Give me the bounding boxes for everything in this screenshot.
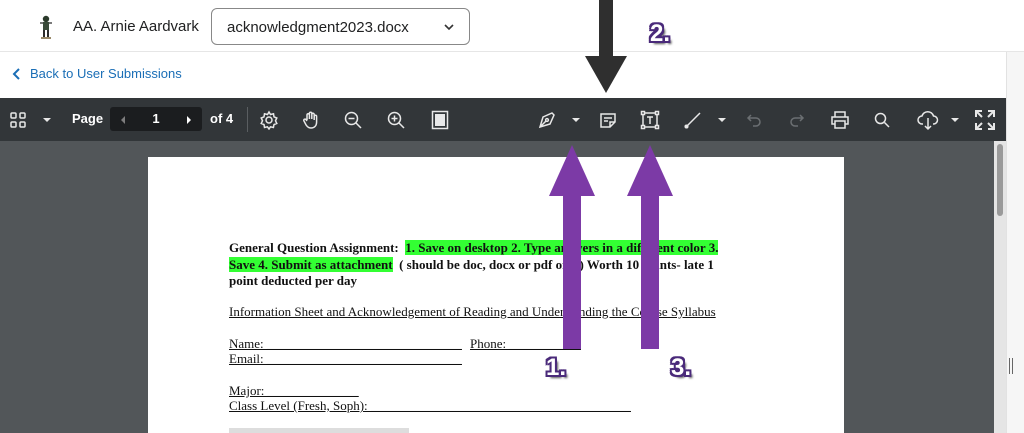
annotation-label-2: 2. [650, 20, 671, 47]
app-window: AA. Arnie Aardvark acknowledgment2023.do… [0, 0, 1024, 433]
annotation-label-3: 3. [671, 354, 692, 381]
annotation-label-1: 1. [546, 354, 567, 381]
annotation-arrows [549, 0, 673, 349]
